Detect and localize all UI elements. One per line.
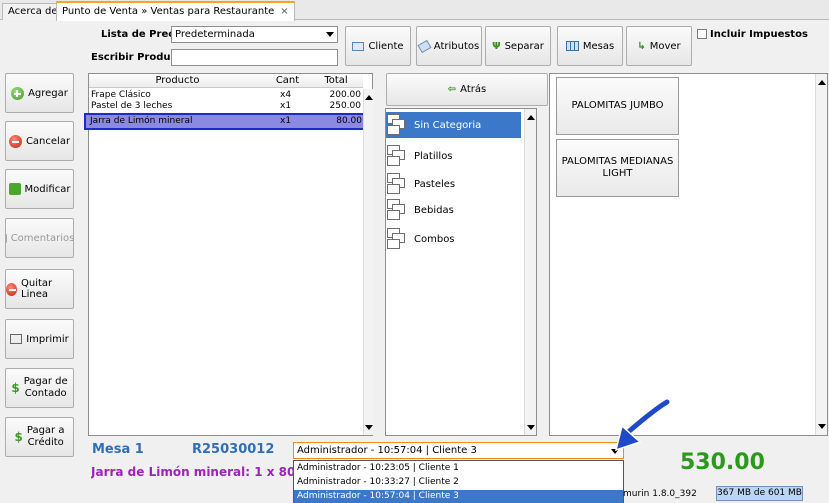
status-bar: murin 1.8.0_392 367 MB de 601 MB bbox=[620, 484, 829, 503]
quitar-linea-button[interactable]: Quitar Linea bbox=[5, 269, 74, 309]
include-taxes-checkbox[interactable] bbox=[697, 29, 707, 39]
back-arrow-icon: ⇦ bbox=[447, 84, 457, 95]
write-product-input[interactable] bbox=[171, 49, 338, 66]
scroll-down-icon[interactable] bbox=[818, 424, 826, 429]
table-row-selected[interactable]: Jarra de Limón mineral x1 80.00 bbox=[84, 113, 367, 130]
scroll-down-icon[interactable] bbox=[527, 425, 535, 430]
tag-icon bbox=[417, 39, 432, 53]
add-icon bbox=[11, 86, 25, 100]
order-total: 530.00 bbox=[680, 450, 765, 475]
atributos-button[interactable]: Atributos bbox=[416, 26, 482, 66]
tab-bar: Acerca de Punto de Venta » Ventas para R… bbox=[0, 0, 829, 21]
annotation-arrow-icon bbox=[614, 397, 672, 452]
dollar-icon: $ bbox=[11, 381, 20, 395]
mesa-label: Mesa 1 bbox=[92, 442, 144, 457]
separar-button[interactable]: Ψ Separar bbox=[485, 26, 551, 66]
column-header-total[interactable]: Total bbox=[309, 75, 363, 86]
dollar-icon: $ bbox=[14, 430, 23, 444]
session-option[interactable]: Administrador - 10:23:05 | Cliente 1 bbox=[294, 462, 623, 475]
session-select[interactable]: Administrador - 10:57:04 | Cliente 3 bbox=[293, 442, 624, 459]
ticket-number: R25030012 bbox=[192, 442, 275, 457]
session-option[interactable]: Administrador - 10:33:27 | Cliente 2 bbox=[294, 476, 623, 489]
cliente-button[interactable]: Cliente bbox=[345, 26, 411, 66]
category-item-combos[interactable]: Combos bbox=[386, 226, 521, 252]
order-table-scrollbar[interactable] bbox=[363, 89, 373, 435]
remove-line-icon bbox=[6, 282, 18, 296]
pagar-contado-button[interactable]: $ Pagar de Contado bbox=[5, 368, 74, 408]
tab-punto-de-venta[interactable]: Punto de Venta » Ventas para Restaurante… bbox=[56, 1, 295, 21]
cell-producto: Frape Clásico bbox=[91, 90, 151, 100]
split-icon: Ψ bbox=[492, 40, 501, 52]
cell-total: 200.00 bbox=[329, 90, 362, 100]
modify-puzzle-icon bbox=[8, 183, 21, 195]
version-text: murin 1.8.0_392 bbox=[623, 489, 697, 499]
category-list: Sin Categoria Platillos Pasteles Bebidas… bbox=[385, 108, 537, 436]
price-list-select[interactable]: Predeterminada bbox=[171, 26, 338, 43]
selected-line-summary: Jarra de Limón mineral: 1 x 80.00 bbox=[91, 465, 293, 479]
client-card-icon bbox=[352, 41, 365, 51]
category-item-sin-categoria[interactable]: Sin Categoria bbox=[386, 112, 521, 138]
cell-cant: x1 bbox=[280, 116, 292, 126]
include-taxes-label: Incluir Impuestos bbox=[710, 29, 808, 40]
table-row[interactable]: Pastel de 3 leches x1 250.00 bbox=[89, 101, 363, 112]
tab-label: Punto de Venta » Ventas para Restaurante bbox=[62, 6, 275, 17]
product-panel: PALOMITAS JUMBO PALOMITAS MEDIANAS LIGHT bbox=[549, 73, 828, 436]
document-stack-icon bbox=[386, 112, 410, 138]
close-icon[interactable]: × bbox=[280, 6, 288, 17]
category-scrollbar[interactable] bbox=[524, 109, 536, 435]
category-item-platillos[interactable]: Platillos bbox=[386, 143, 521, 169]
column-header-cant[interactable]: Cant bbox=[266, 75, 309, 86]
comentarios-button[interactable]: Comentarios bbox=[4, 218, 74, 258]
cancel-icon bbox=[8, 134, 22, 148]
document-stack-icon bbox=[386, 226, 410, 252]
document-stack-icon bbox=[386, 197, 410, 223]
move-arrow-icon: ↳ bbox=[637, 40, 646, 52]
atras-button[interactable]: ⇦ Atrás bbox=[386, 73, 548, 106]
mover-button[interactable]: ↳ Mover bbox=[626, 26, 692, 66]
comment-icon bbox=[4, 233, 7, 243]
cancelar-button[interactable]: Cancelar bbox=[5, 121, 74, 161]
table-grid-icon bbox=[565, 41, 579, 51]
modificar-button[interactable]: Modificar bbox=[5, 169, 74, 209]
printer-icon bbox=[10, 334, 23, 344]
imprimir-button[interactable]: Imprimir bbox=[5, 319, 74, 359]
agregar-button[interactable]: Agregar bbox=[5, 73, 74, 113]
cell-producto: Jarra de Limón mineral bbox=[90, 116, 193, 126]
scroll-up-icon[interactable] bbox=[818, 80, 826, 85]
scroll-up-icon[interactable] bbox=[365, 95, 373, 100]
cell-cant: x4 bbox=[280, 90, 292, 100]
product-button[interactable]: PALOMITAS MEDIANAS LIGHT bbox=[556, 139, 679, 197]
mesas-button[interactable]: Mesas bbox=[557, 26, 623, 66]
price-list-value: Predeterminada bbox=[175, 29, 255, 40]
table-row[interactable]: Frape Clásico x4 200.00 bbox=[89, 90, 363, 101]
tab-label: Acerca de bbox=[8, 6, 58, 17]
product-scrollbar[interactable] bbox=[815, 74, 827, 435]
scroll-up-icon[interactable] bbox=[527, 115, 535, 120]
product-button[interactable]: PALOMITAS JUMBO bbox=[556, 77, 679, 135]
cell-total: 80.00 bbox=[336, 116, 362, 126]
column-header-producto[interactable]: Producto bbox=[89, 75, 266, 86]
category-item-bebidas[interactable]: Bebidas bbox=[386, 197, 521, 223]
session-select-value: Administrador - 10:57:04 | Cliente 3 bbox=[297, 445, 477, 456]
scroll-down-icon[interactable] bbox=[365, 425, 373, 430]
session-option-selected[interactable]: Administrador - 10:57:04 | Cliente 3 bbox=[294, 490, 623, 503]
order-table: Producto Cant Total Frape Clásico x4 200… bbox=[84, 73, 373, 436]
tab-acerca-de[interactable]: Acerca de bbox=[2, 3, 64, 20]
cell-producto: Pastel de 3 leches bbox=[91, 101, 173, 111]
memory-usage: 367 MB de 601 MB bbox=[716, 486, 803, 501]
session-dropdown-list: Administrador - 10:23:05 | Cliente 1 Adm… bbox=[293, 460, 624, 503]
cell-cant: x1 bbox=[280, 101, 292, 111]
document-stack-icon bbox=[386, 143, 410, 169]
cell-total: 250.00 bbox=[329, 101, 362, 111]
pagar-credito-button[interactable]: $ Pagar a Crédito bbox=[5, 417, 74, 457]
chevron-down-icon bbox=[326, 32, 334, 37]
order-table-header: Producto Cant Total bbox=[89, 74, 363, 88]
document-stack-icon bbox=[386, 171, 410, 197]
category-item-pasteles[interactable]: Pasteles bbox=[386, 171, 521, 197]
